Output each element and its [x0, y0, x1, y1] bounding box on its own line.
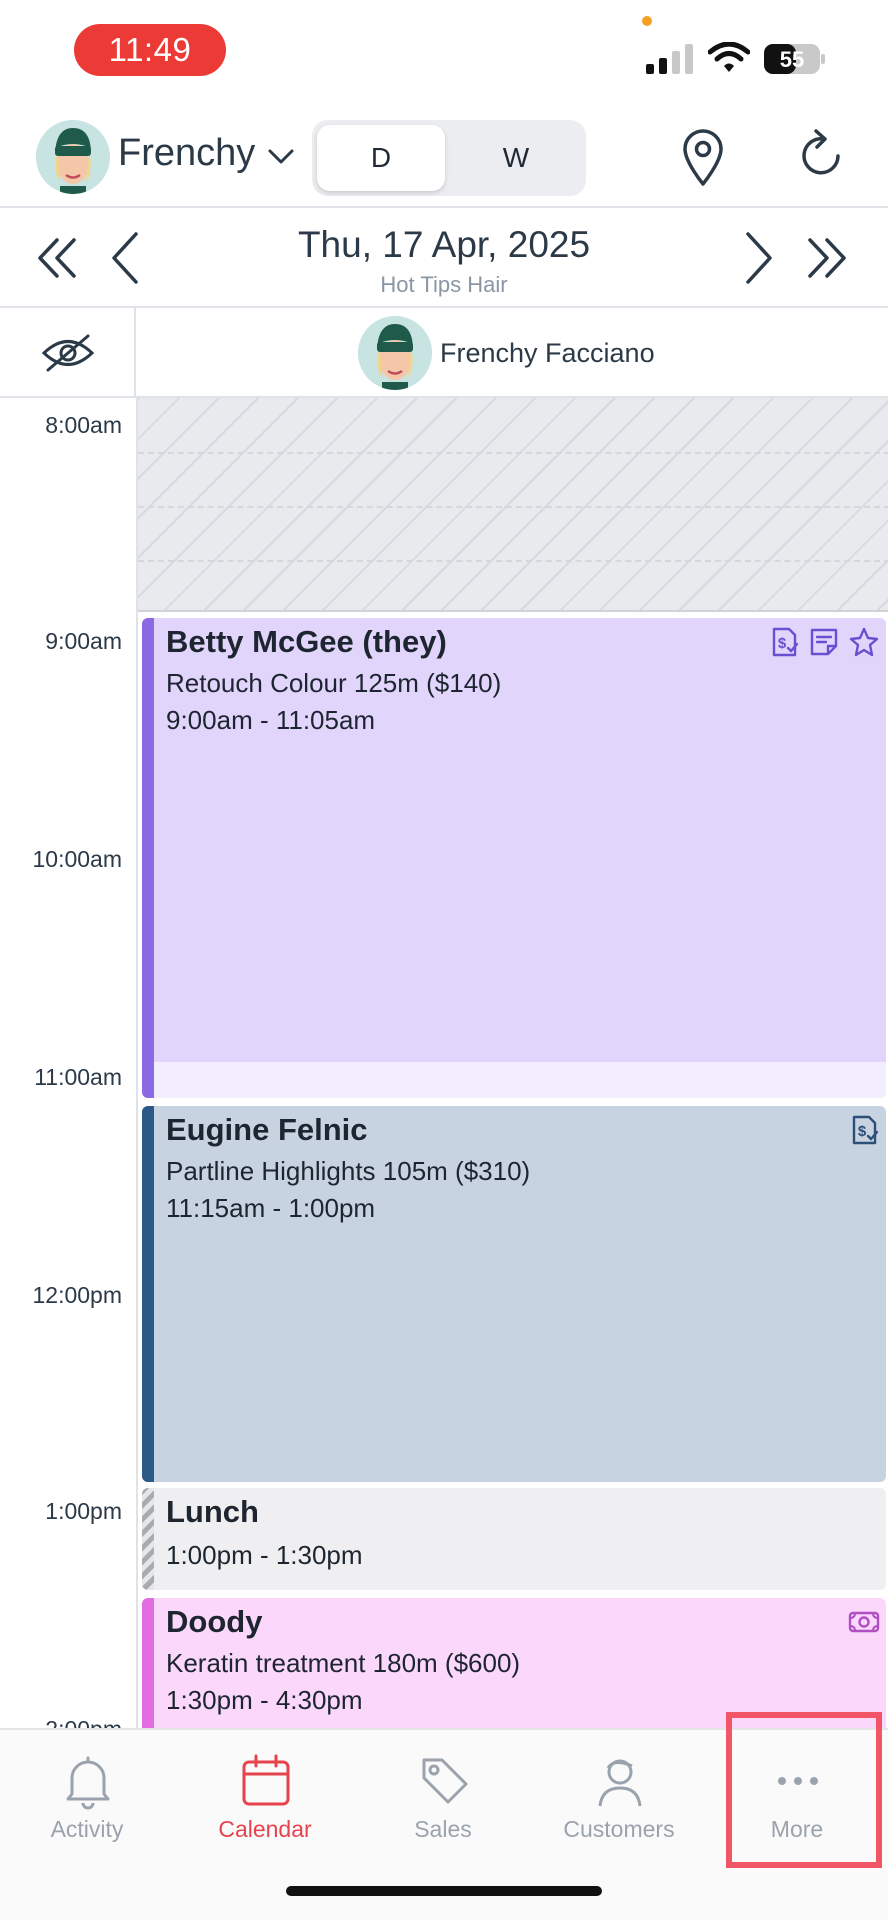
tab-activity[interactable]: Activity: [12, 1730, 162, 1860]
wifi-icon: [708, 42, 750, 72]
battery-level: 55: [780, 47, 804, 72]
appointment-client: Doody: [166, 1604, 263, 1639]
appointment-time: 11:15am - 1:00pm: [166, 1193, 376, 1223]
appointment-client: Betty McGee (they): [166, 624, 447, 659]
invoice-icon: $: [852, 1115, 879, 1145]
date-navigation: Thu, 17 Apr, 2025 Hot Tips Hair: [0, 210, 888, 308]
time-label: 2:00pm: [0, 1716, 122, 1728]
app-header: Frenchy D W: [0, 104, 888, 208]
time-label: 9:00am: [45, 628, 122, 654]
quarter-hour-line: [138, 506, 888, 508]
appointment-service: Partline Highlights 105m ($310): [166, 1156, 531, 1186]
appointment-card[interactable]: Eugine Felnic Partline Highlights 105m (…: [142, 1106, 886, 1482]
cash-icon: [848, 1611, 880, 1633]
star-icon: [849, 627, 879, 657]
time-label: 11:00am: [34, 1064, 122, 1090]
cellular-signal-icon: [646, 44, 693, 74]
quarter-hour-line: [138, 560, 888, 562]
refresh-icon[interactable]: [796, 128, 848, 184]
invoice-icon: $: [772, 627, 799, 657]
tab-label: Sales: [414, 1816, 472, 1842]
privacy-indicator-dot: [642, 16, 652, 26]
person-icon: [598, 1759, 642, 1807]
more-tab-highlight: [726, 1712, 882, 1868]
tab-sales[interactable]: Sales: [368, 1730, 518, 1860]
calendar-icon: [242, 1754, 290, 1806]
break-card[interactable]: Lunch 1:00pm - 1:30pm: [142, 1488, 886, 1590]
note-icon: [810, 628, 838, 656]
bell-icon: [66, 1756, 110, 1810]
appointment-accent-bar: [142, 618, 154, 1098]
staff-column-avatar: [358, 316, 432, 390]
double-chevron-right-icon[interactable]: [800, 230, 854, 286]
appointment-time: 1:30pm - 4:30pm: [166, 1685, 363, 1715]
staff-day-column[interactable]: Betty McGee (they) Retouch Colour 125m (…: [136, 398, 888, 1728]
chevron-right-icon[interactable]: [730, 230, 784, 286]
battery-icon: 55: [764, 44, 825, 74]
appointment-card[interactable]: Betty McGee (they) Retouch Colour 125m (…: [142, 618, 886, 1098]
appointment-service: Keratin treatment 180m ($600): [166, 1648, 521, 1678]
staff-column-header: Frenchy Facciano: [0, 308, 888, 398]
day-view-button[interactable]: D: [317, 125, 445, 191]
chevron-down-icon[interactable]: [266, 144, 296, 168]
tab-label: Activity: [50, 1816, 124, 1842]
break-accent-bar: [142, 1488, 154, 1590]
eye-off-icon[interactable]: [40, 332, 96, 374]
staff-avatar[interactable]: [36, 120, 110, 194]
appointment-service: Retouch Colour 125m ($140): [166, 668, 502, 698]
day-timeline: 8:00am 9:00am 10:00am 11:00am 12:00pm 1:…: [0, 398, 888, 1728]
break-time: 1:00pm - 1:30pm: [166, 1540, 363, 1570]
appointment-accent-bar: [142, 1598, 154, 1728]
time-label: 8:00am: [45, 412, 122, 438]
svg-text:$: $: [778, 635, 787, 652]
status-time: 11:49: [74, 24, 226, 76]
svg-text:$: $: [858, 1123, 867, 1140]
staff-selector-name[interactable]: Frenchy: [118, 132, 255, 175]
appointment-client: Eugine Felnic: [166, 1112, 368, 1147]
hide-staff-toggle[interactable]: [0, 308, 136, 398]
break-title: Lunch: [166, 1494, 259, 1529]
staff-column-name: Frenchy Facciano: [440, 338, 655, 368]
home-indicator[interactable]: [286, 1886, 602, 1896]
time-label: 10:00am: [32, 846, 122, 872]
appointment-accent-bar: [142, 1106, 154, 1482]
time-label: 1:00pm: [45, 1498, 122, 1524]
quarter-hour-line: [138, 452, 888, 454]
appointment-time: 9:00am - 11:05am: [166, 705, 376, 735]
tab-calendar[interactable]: Calendar: [190, 1730, 340, 1860]
unavailable-time-block: [138, 398, 888, 612]
appointment-buffer: [142, 1062, 886, 1098]
time-label: 12:00pm: [32, 1282, 122, 1308]
tab-label: Calendar: [218, 1816, 312, 1842]
view-toggle: D W: [312, 120, 586, 196]
appointment-card[interactable]: Doody Keratin treatment 180m ($600) 1:30…: [142, 1598, 886, 1728]
location-pin-icon[interactable]: [680, 128, 726, 188]
status-bar: 11:49 55: [0, 0, 888, 104]
tab-customers[interactable]: Customers: [544, 1730, 694, 1860]
tab-label: Customers: [563, 1816, 675, 1842]
tag-icon: [422, 1758, 468, 1804]
week-view-button[interactable]: W: [452, 125, 580, 191]
